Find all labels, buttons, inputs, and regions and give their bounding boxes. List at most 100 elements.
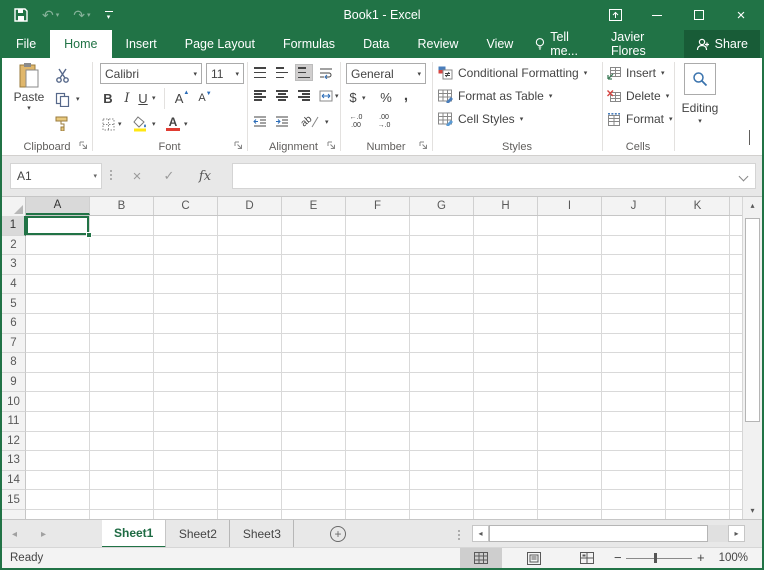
cell-J6[interactable] — [602, 314, 666, 334]
cell-K11[interactable] — [666, 412, 730, 432]
merge-center-button[interactable] — [317, 87, 335, 104]
page-layout-view-button[interactable] — [513, 548, 555, 568]
align-center-button[interactable] — [273, 87, 291, 104]
delete-cells-button[interactable]: Delete ▾ — [607, 89, 669, 103]
cell-B11[interactable] — [90, 412, 154, 432]
increase-font-size-button[interactable]: A▲ — [172, 89, 192, 107]
cell-A7[interactable] — [26, 334, 90, 354]
row-header-2[interactable]: 2 — [2, 236, 26, 256]
scroll-left-button[interactable]: ◂ — [472, 525, 489, 542]
row-header-1[interactable]: 1 — [2, 216, 26, 236]
cell-partial-8[interactable] — [730, 353, 742, 373]
cell-E15[interactable] — [282, 490, 346, 510]
cell-H3[interactable] — [474, 255, 538, 275]
cell-F5[interactable] — [346, 294, 410, 314]
expand-formula-bar-icon[interactable] — [739, 171, 749, 181]
collapse-ribbon-button[interactable] — [749, 131, 750, 145]
row-header-5[interactable]: 5 — [2, 294, 26, 314]
cell-K8[interactable] — [666, 353, 730, 373]
sheet-nav-right-button[interactable]: ▸ — [41, 529, 46, 540]
cell-I14[interactable] — [538, 471, 602, 491]
cell-A16[interactable] — [26, 510, 90, 519]
cell-F13[interactable] — [346, 451, 410, 471]
cell-E4[interactable] — [282, 275, 346, 295]
horizontal-scrollbar-track[interactable] — [708, 525, 728, 542]
insert-function-button[interactable]: fx — [192, 163, 218, 189]
cell-D3[interactable] — [218, 255, 282, 275]
cell-partial-15[interactable] — [730, 490, 742, 510]
orientation-dropdown-icon[interactable]: ▾ — [325, 118, 329, 126]
cell-I8[interactable] — [538, 353, 602, 373]
cell-K7[interactable] — [666, 334, 730, 354]
cell-E3[interactable] — [282, 255, 346, 275]
cell-K3[interactable] — [666, 255, 730, 275]
cell-I5[interactable] — [538, 294, 602, 314]
cancel-button[interactable]: × — [124, 163, 150, 189]
cell-E6[interactable] — [282, 314, 346, 334]
cell-I3[interactable] — [538, 255, 602, 275]
zoom-in-button[interactable]: + — [697, 548, 705, 568]
cell-E8[interactable] — [282, 353, 346, 373]
row-header-9[interactable]: 9 — [2, 373, 26, 393]
sheet-tab-sheet1[interactable]: Sheet1 — [102, 520, 166, 548]
cell-J2[interactable] — [602, 236, 666, 256]
column-header-K[interactable]: K — [666, 197, 730, 215]
column-header-H[interactable]: H — [474, 197, 538, 215]
cell-G12[interactable] — [410, 432, 474, 452]
cell-K15[interactable] — [666, 490, 730, 510]
cell-B8[interactable] — [90, 353, 154, 373]
cell-K10[interactable] — [666, 392, 730, 412]
row-header-13[interactable]: 13 — [2, 451, 26, 471]
wrap-text-button[interactable] — [317, 64, 335, 81]
cell-K14[interactable] — [666, 471, 730, 491]
cell-C8[interactable] — [154, 353, 218, 373]
zoom-slider-track[interactable] — [626, 558, 692, 559]
cell-C11[interactable] — [154, 412, 218, 432]
cell-D1[interactable] — [218, 216, 282, 236]
column-header-B[interactable]: B — [90, 197, 154, 215]
cell-partial-2[interactable] — [730, 236, 742, 256]
cell-partial-5[interactable] — [730, 294, 742, 314]
tab-formulas[interactable]: Formulas — [269, 30, 349, 58]
cell-A2[interactable] — [26, 236, 90, 256]
cell-J13[interactable] — [602, 451, 666, 471]
cell-K13[interactable] — [666, 451, 730, 471]
row-header-12[interactable]: 12 — [2, 432, 26, 452]
cell-C3[interactable] — [154, 255, 218, 275]
cell-E16[interactable] — [282, 510, 346, 519]
zoom-out-button[interactable]: − — [614, 548, 622, 568]
tell-me-button[interactable]: Tell me... — [527, 30, 603, 58]
row-header-6[interactable]: 6 — [2, 314, 26, 334]
cell-A3[interactable] — [26, 255, 90, 275]
cell-H12[interactable] — [474, 432, 538, 452]
cell-E11[interactable] — [282, 412, 346, 432]
insert-cells-button[interactable]: Insert ▾ — [607, 66, 665, 80]
enter-button[interactable]: ✓ — [156, 163, 182, 189]
cell-A11[interactable] — [26, 412, 90, 432]
cell-A6[interactable] — [26, 314, 90, 334]
cell-A5[interactable] — [26, 294, 90, 314]
cell-F3[interactable] — [346, 255, 410, 275]
cell-B16[interactable] — [90, 510, 154, 519]
cell-G3[interactable] — [410, 255, 474, 275]
cell-J1[interactable] — [602, 216, 666, 236]
cell-G14[interactable] — [410, 471, 474, 491]
font-size-dropdown-icon[interactable]: ▾ — [235, 70, 239, 78]
cell-I9[interactable] — [538, 373, 602, 393]
cell-partial-1[interactable] — [730, 216, 742, 236]
cell-I11[interactable] — [538, 412, 602, 432]
cell-D16[interactable] — [218, 510, 282, 519]
cell-F15[interactable] — [346, 490, 410, 510]
cell-partial-9[interactable] — [730, 373, 742, 393]
tab-page-layout[interactable]: Page Layout — [171, 30, 269, 58]
cell-partial-14[interactable] — [730, 471, 742, 491]
cell-C10[interactable] — [154, 392, 218, 412]
cell-C12[interactable] — [154, 432, 218, 452]
cell-C15[interactable] — [154, 490, 218, 510]
cell-H14[interactable] — [474, 471, 538, 491]
cell-A9[interactable] — [26, 373, 90, 393]
cell-I7[interactable] — [538, 334, 602, 354]
increase-decimal-button[interactable]: ←.0.00 — [344, 113, 368, 131]
sheet-tab-sheet3[interactable]: Sheet3 — [230, 520, 294, 548]
cell-J5[interactable] — [602, 294, 666, 314]
